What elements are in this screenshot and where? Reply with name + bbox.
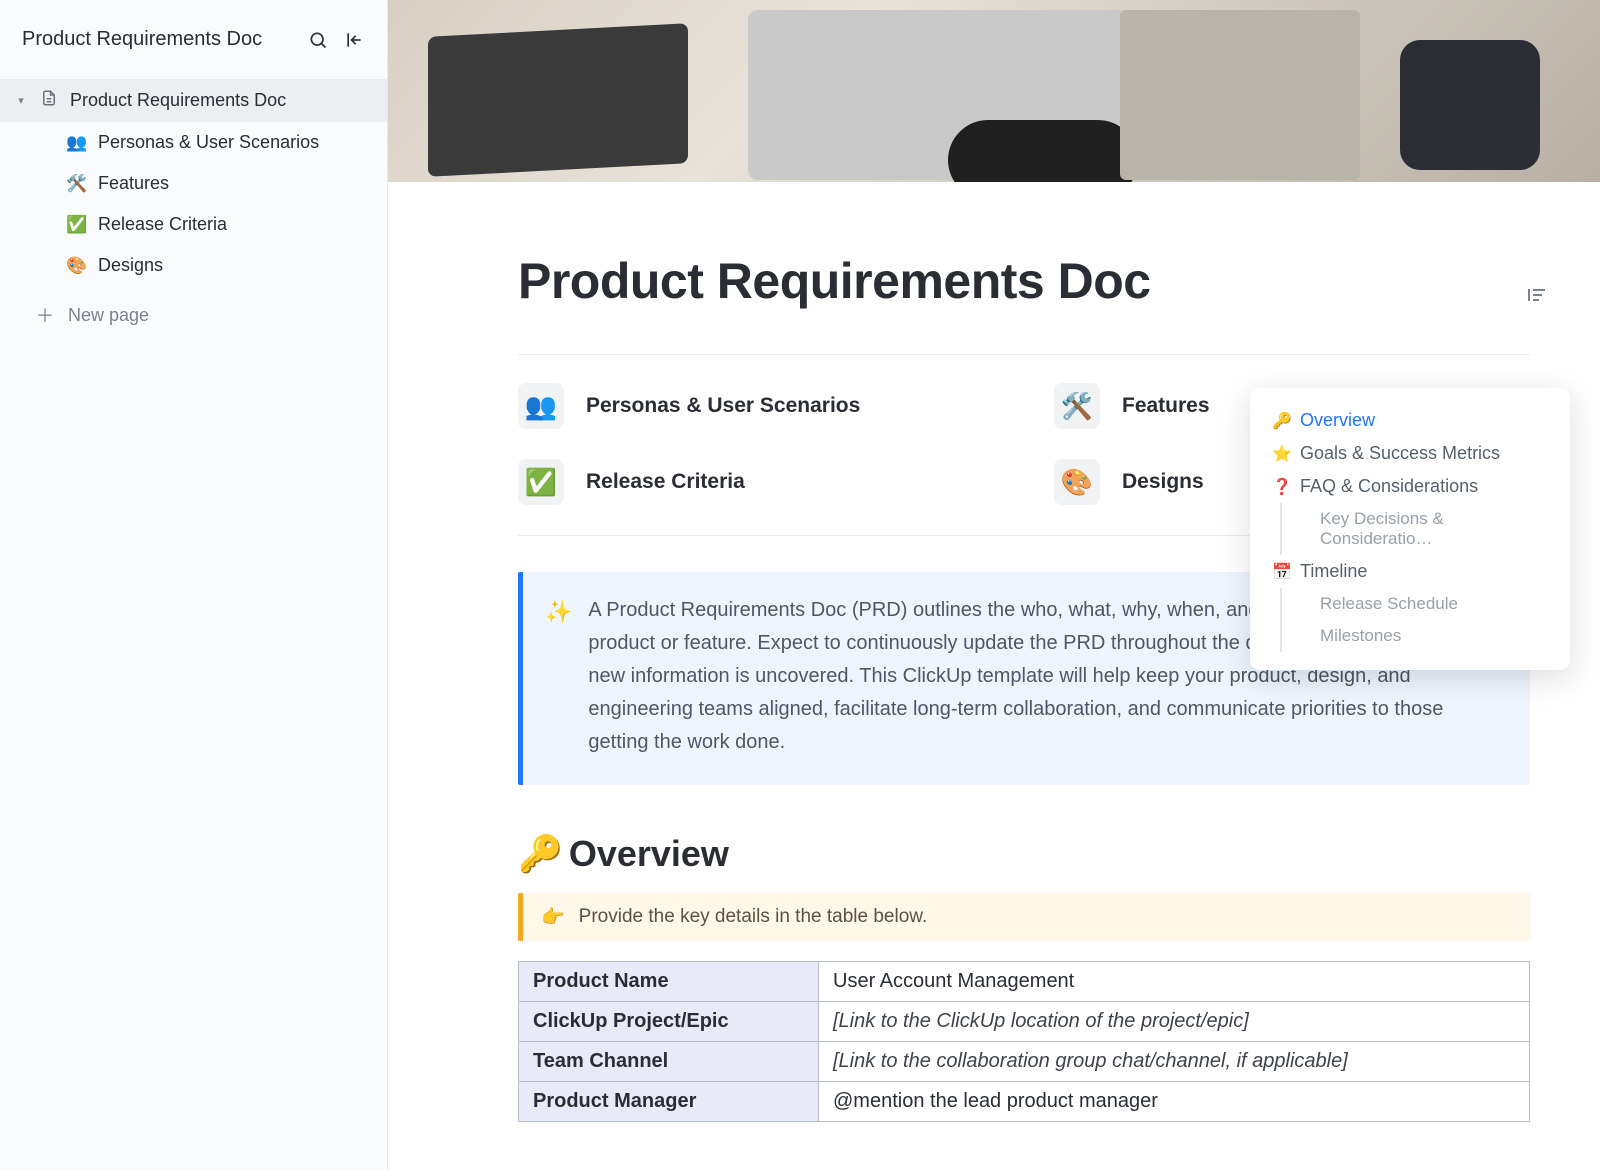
toc-subitem-release[interactable]: Release Schedule (1280, 588, 1564, 620)
section-label: Features (1122, 394, 1210, 418)
new-page-button[interactable]: ＋ New page (0, 290, 387, 340)
table-value[interactable]: [Link to the collaboration group chat/ch… (819, 1042, 1530, 1082)
sidebar-actions (307, 29, 365, 51)
table-row: Product Name User Account Management (519, 962, 1530, 1002)
nav-item-root[interactable]: ▾ Product Requirements Doc (0, 79, 387, 122)
table-value[interactable]: [Link to the ClickUp location of the pro… (819, 1002, 1530, 1042)
people-icon: 👥 (518, 383, 564, 429)
toc-subitem-decisions[interactable]: Key Decisions & Consideratio… (1280, 503, 1564, 555)
toc-subitem-milestones[interactable]: Milestones (1280, 620, 1564, 652)
calendar-icon: 📅 (1272, 562, 1292, 582)
section-link-personas[interactable]: 👥 Personas & User Scenarios (518, 383, 994, 429)
caret-down-icon[interactable]: ▾ (14, 94, 28, 107)
toc-label: Overview (1300, 410, 1375, 431)
palette-icon: 🎨 (1054, 459, 1100, 505)
nav-item-features[interactable]: 🛠️ Features (0, 163, 387, 204)
toc-popover: 🔑 Overview ⭐ Goals & Success Metrics ❓ F… (1250, 388, 1570, 670)
toc-item-goals[interactable]: ⭐ Goals & Success Metrics (1256, 437, 1564, 470)
tools-icon: 🛠️ (1054, 383, 1100, 429)
toc-label: Key Decisions & Consideratio… (1320, 509, 1548, 549)
check-icon: ✅ (66, 215, 88, 235)
table-key[interactable]: Product Name (519, 962, 819, 1002)
toc-label: Timeline (1300, 561, 1367, 582)
sparkles-icon: ✨ (545, 594, 572, 759)
section-label: Designs (1122, 470, 1204, 494)
nav-label: Designs (98, 255, 163, 276)
star-icon: ⭐ (1272, 444, 1292, 464)
key-icon: 🔑 (518, 833, 563, 875)
people-icon: 👥 (66, 133, 88, 153)
nav-label: Features (98, 173, 169, 194)
nav-list: ▾ Product Requirements Doc 👥 Personas & … (0, 73, 387, 340)
tools-icon: 🛠️ (66, 174, 88, 194)
toc-item-timeline[interactable]: 📅 Timeline (1256, 555, 1564, 588)
overview-table[interactable]: Product Name User Account Management Cli… (518, 961, 1530, 1122)
table-key[interactable]: Team Channel (519, 1042, 819, 1082)
doc-icon (38, 89, 60, 112)
table-key[interactable]: Product Manager (519, 1082, 819, 1122)
nav-label: Product Requirements Doc (70, 90, 286, 111)
hint-text: Provide the key details in the table bel… (579, 906, 928, 928)
sidebar-header: Product Requirements Doc (0, 18, 387, 73)
toc-item-faq[interactable]: ❓ FAQ & Considerations (1256, 470, 1564, 503)
key-icon: 🔑 (1272, 411, 1292, 431)
toc-item-overview[interactable]: 🔑 Overview (1256, 404, 1564, 437)
nav-item-release[interactable]: ✅ Release Criteria (0, 204, 387, 245)
table-value[interactable]: @mention the lead product manager (819, 1082, 1530, 1122)
hint-overview[interactable]: 👉 Provide the key details in the table b… (518, 893, 1530, 941)
toc-label: Milestones (1320, 626, 1401, 646)
section-label: Release Criteria (586, 470, 745, 494)
nav-item-designs[interactable]: 🎨 Designs (0, 245, 387, 286)
section-link-release[interactable]: ✅ Release Criteria (518, 459, 994, 505)
section-label: Personas & User Scenarios (586, 394, 860, 418)
toc-label: Release Schedule (1320, 594, 1458, 614)
heading-text: Overview (569, 833, 729, 875)
sidebar: Product Requirements Doc ▾ Product Requi… (0, 0, 388, 1170)
page-title[interactable]: Product Requirements Doc (518, 252, 1530, 310)
nav-label: Personas & User Scenarios (98, 132, 319, 153)
nav-item-personas[interactable]: 👥 Personas & User Scenarios (0, 122, 387, 163)
cover-image[interactable] (388, 0, 1600, 182)
plus-icon: ＋ (36, 302, 54, 328)
divider (518, 354, 1530, 355)
heading-overview[interactable]: 🔑 Overview (518, 833, 1530, 875)
palette-icon: 🎨 (66, 256, 88, 276)
nav-label: Release Criteria (98, 214, 227, 235)
outline-toggle-icon[interactable] (1524, 282, 1550, 308)
table-row: Team Channel [Link to the collaboration … (519, 1042, 1530, 1082)
table-row: Product Manager @mention the lead produc… (519, 1082, 1530, 1122)
pointing-right-icon: 👉 (541, 905, 565, 929)
toc-label: Goals & Success Metrics (1300, 443, 1500, 464)
new-page-label: New page (68, 305, 149, 326)
table-row: ClickUp Project/Epic [Link to the ClickU… (519, 1002, 1530, 1042)
toc-label: FAQ & Considerations (1300, 476, 1478, 497)
collapse-sidebar-icon[interactable] (343, 29, 365, 51)
main: Product Requirements Doc 👥 Personas & Us… (388, 0, 1600, 1170)
check-icon: ✅ (518, 459, 564, 505)
sidebar-title: Product Requirements Doc (22, 28, 307, 51)
search-icon[interactable] (307, 29, 329, 51)
table-key[interactable]: ClickUp Project/Epic (519, 1002, 819, 1042)
table-value[interactable]: User Account Management (819, 962, 1530, 1002)
question-icon: ❓ (1272, 477, 1292, 497)
